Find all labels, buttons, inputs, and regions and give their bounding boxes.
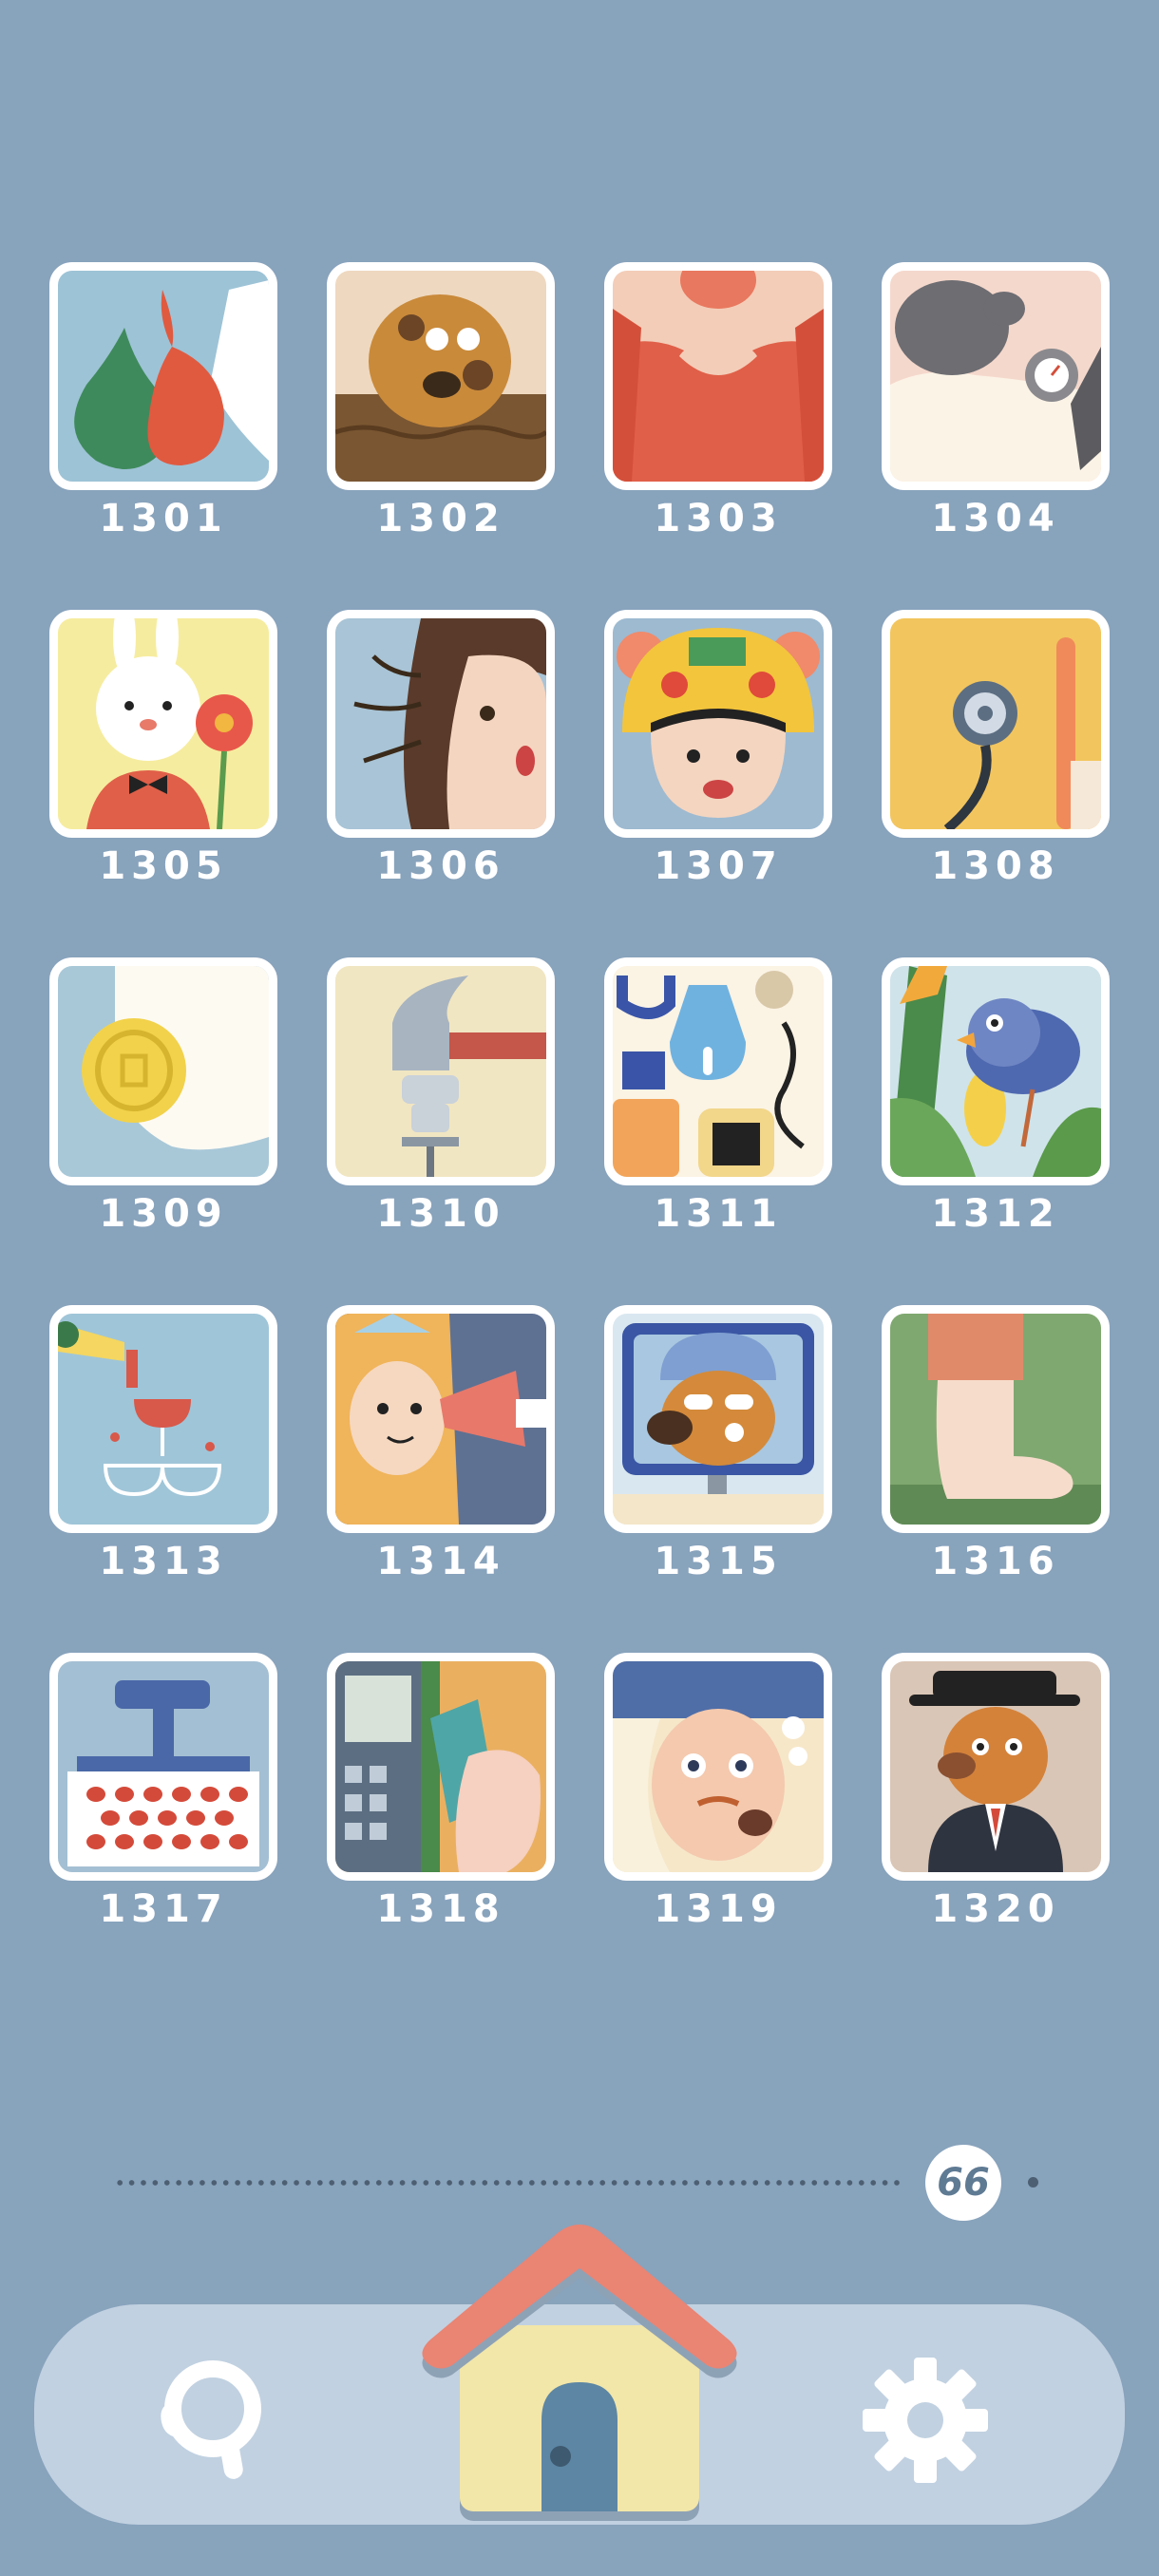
level-tile-1301[interactable]: 1301 xyxy=(49,262,277,541)
level-number: 1307 xyxy=(654,844,783,888)
level-tile-1306[interactable]: 1306 xyxy=(327,610,555,889)
level-number: 1317 xyxy=(99,1887,228,1931)
level-number: 1308 xyxy=(931,844,1060,888)
level-thumbnail xyxy=(882,1653,1110,1881)
level-number: 1303 xyxy=(654,497,783,540)
level-number: 1304 xyxy=(931,497,1060,540)
level-thumbnail xyxy=(327,957,555,1185)
level-tile-1307[interactable]: 1307 xyxy=(604,610,832,889)
level-tile-1303[interactable]: 1303 xyxy=(604,262,832,541)
level-number: 1312 xyxy=(931,1192,1060,1236)
level-number: 1318 xyxy=(376,1887,505,1931)
level-thumbnail xyxy=(882,262,1110,490)
level-number: 1314 xyxy=(376,1540,505,1583)
level-tile-1311[interactable]: 1311 xyxy=(604,957,832,1237)
level-thumbnail xyxy=(49,610,277,838)
hint-button[interactable] xyxy=(139,2346,281,2489)
level-thumbnail xyxy=(49,262,277,490)
settings-button[interactable] xyxy=(859,2354,992,2487)
level-tile-1312[interactable]: 1312 xyxy=(882,957,1110,1237)
level-tile-1313[interactable]: 1313 xyxy=(49,1305,277,1584)
level-thumbnail xyxy=(604,262,832,490)
level-number: 1311 xyxy=(654,1192,783,1236)
level-thumbnail xyxy=(882,1305,1110,1533)
level-number: 1306 xyxy=(376,844,505,888)
level-tile-1308[interactable]: 1308 xyxy=(882,610,1110,889)
level-tile-1302[interactable]: 1302 xyxy=(327,262,555,541)
page-number-badge: 66 xyxy=(925,2145,1001,2221)
level-number: 1302 xyxy=(376,497,505,540)
level-number: 1301 xyxy=(99,497,228,540)
home-button[interactable] xyxy=(416,2221,743,2525)
gear-icon xyxy=(863,2358,988,2483)
level-tile-1320[interactable]: 1320 xyxy=(882,1653,1110,1932)
level-number: 1316 xyxy=(931,1540,1060,1583)
level-thumbnail xyxy=(327,610,555,838)
level-tile-1314[interactable]: 1314 xyxy=(327,1305,555,1584)
level-number: 1313 xyxy=(99,1540,228,1583)
level-tile-1315[interactable]: 1315 xyxy=(604,1305,832,1584)
level-thumbnail xyxy=(604,957,832,1185)
level-tile-1316[interactable]: 1316 xyxy=(882,1305,1110,1584)
level-thumbnail xyxy=(604,610,832,838)
level-thumbnail xyxy=(49,1653,277,1881)
level-tile-1319[interactable]: 1319 xyxy=(604,1653,832,1932)
level-thumbnail xyxy=(604,1305,832,1533)
level-thumbnail xyxy=(49,957,277,1185)
level-tile-1317[interactable]: 1317 xyxy=(49,1653,277,1932)
level-thumbnail xyxy=(49,1305,277,1533)
level-tile-1309[interactable]: 1309 xyxy=(49,957,277,1237)
house-icon xyxy=(422,2225,737,2521)
progress-end-dot xyxy=(1028,2177,1038,2188)
progress-track xyxy=(114,2179,902,2187)
level-thumbnail xyxy=(327,1305,555,1533)
level-tile-1304[interactable]: 1304 xyxy=(882,262,1110,541)
level-thumbnail xyxy=(882,957,1110,1185)
level-number: 1305 xyxy=(99,844,228,888)
level-grid: 1301 1302 1303 1304 1305 1306 1307 1308 … xyxy=(49,262,1110,1932)
level-number: 1315 xyxy=(654,1540,783,1583)
level-number: 1309 xyxy=(99,1192,228,1236)
level-thumbnail xyxy=(604,1653,832,1881)
level-tile-1305[interactable]: 1305 xyxy=(49,610,277,889)
level-tile-1310[interactable]: 1310 xyxy=(327,957,555,1237)
level-number: 1310 xyxy=(376,1192,505,1236)
level-tile-1318[interactable]: 1318 xyxy=(327,1653,555,1932)
level-thumbnail xyxy=(882,610,1110,838)
level-number: 1319 xyxy=(654,1887,783,1931)
level-thumbnail xyxy=(327,262,555,490)
magnifier-icon xyxy=(161,2360,261,2479)
level-thumbnail xyxy=(327,1653,555,1881)
level-number: 1320 xyxy=(931,1887,1060,1931)
page-progress: 66 xyxy=(114,2145,1045,2221)
